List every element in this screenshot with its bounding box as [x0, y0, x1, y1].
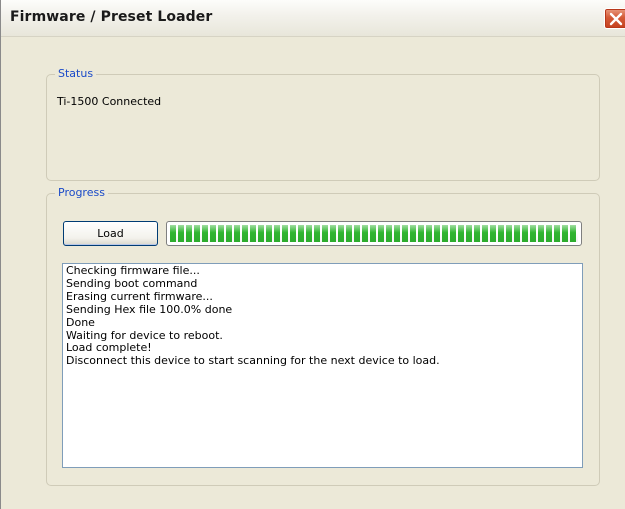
status-group: Status Ti-1500 Connected — [46, 67, 600, 181]
log-line: Sending Hex file 100.0% done — [66, 302, 233, 316]
log-line: Done — [66, 315, 95, 329]
firmware-loader-window: Firmware / Preset Loader Status Ti-1500 … — [0, 0, 625, 509]
progress-legend: Progress — [55, 186, 108, 200]
progress-group: Progress Load Checking firmware file... S… — [46, 186, 600, 486]
status-legend: Status — [55, 67, 97, 81]
log-line: Disconnect this device to start scanning… — [66, 354, 440, 368]
log-line: Sending boot command — [66, 276, 198, 290]
load-button[interactable]: Load — [63, 221, 158, 246]
progress-track — [170, 225, 578, 242]
status-text: Ti-1500 Connected — [57, 95, 162, 108]
log-line: Checking firmware file... — [66, 264, 200, 277]
progress-fill — [170, 225, 578, 242]
log-line: Erasing current firmware... — [66, 289, 213, 303]
close-button[interactable] — [604, 8, 625, 29]
log-output[interactable]: Checking firmware file... Sending boot co… — [62, 263, 583, 468]
close-icon — [609, 12, 623, 26]
title-bar: Firmware / Preset Loader — [1, 0, 625, 37]
window-title: Firmware / Preset Loader — [10, 9, 213, 25]
progress-bar — [166, 221, 582, 246]
